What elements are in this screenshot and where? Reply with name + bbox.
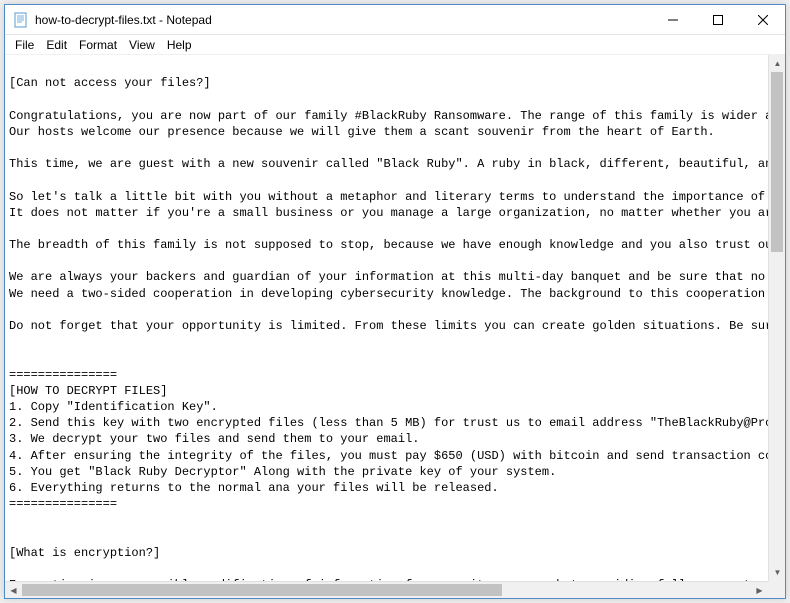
vertical-scrollbar[interactable]: ▲ ▼ <box>768 55 785 581</box>
menu-edit[interactable]: Edit <box>40 36 73 54</box>
menubar: File Edit Format View Help <box>5 35 785 55</box>
close-button[interactable] <box>740 5 785 34</box>
scroll-up-arrow[interactable]: ▲ <box>769 55 785 72</box>
scroll-right-arrow[interactable]: ▶ <box>751 582 768 598</box>
menu-view[interactable]: View <box>123 36 161 54</box>
window-title: how-to-decrypt-files.txt - Notepad <box>35 13 650 27</box>
menu-help[interactable]: Help <box>161 36 198 54</box>
notepad-icon <box>13 12 29 28</box>
menu-file[interactable]: File <box>9 36 40 54</box>
scroll-left-arrow[interactable]: ◀ <box>5 582 22 598</box>
horizontal-scrollbar[interactable]: ◀ ▶ <box>5 581 768 598</box>
vertical-scroll-thumb[interactable] <box>771 72 783 252</box>
maximize-button[interactable] <box>695 5 740 34</box>
menu-format[interactable]: Format <box>73 36 123 54</box>
window-controls <box>650 5 785 34</box>
notepad-window: how-to-decrypt-files.txt - Notepad File … <box>4 4 786 599</box>
minimize-button[interactable] <box>650 5 695 34</box>
horizontal-scroll-thumb[interactable] <box>22 584 502 596</box>
horizontal-scroll-track[interactable] <box>22 582 751 598</box>
vertical-scroll-track[interactable] <box>769 72 785 564</box>
scroll-down-arrow[interactable]: ▼ <box>769 564 785 581</box>
minimize-icon <box>668 15 678 25</box>
editor-text[interactable]: [Can not access your files?] Congratulat… <box>5 55 785 598</box>
titlebar: how-to-decrypt-files.txt - Notepad <box>5 5 785 35</box>
maximize-icon <box>713 15 723 25</box>
scroll-corner <box>768 581 785 598</box>
close-icon <box>758 15 768 25</box>
editor-area: [Can not access your files?] Congratulat… <box>5 55 785 598</box>
